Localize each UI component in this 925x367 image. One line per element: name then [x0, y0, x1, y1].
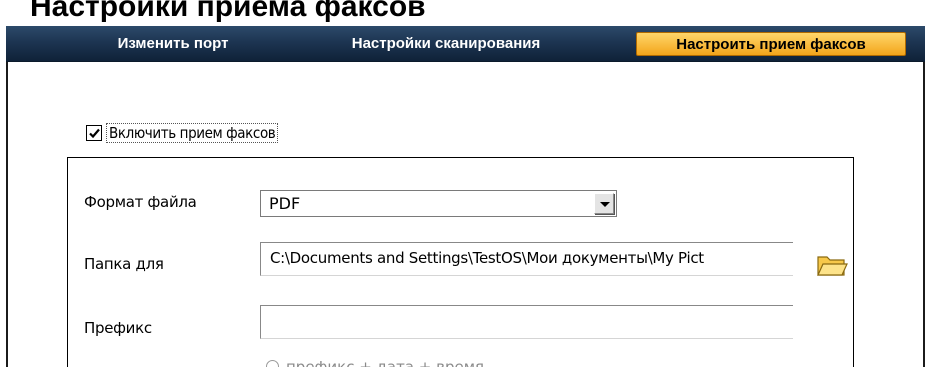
enable-fax-checkbox[interactable] — [86, 125, 102, 141]
tab-scan-settings[interactable]: Настройки сканирования — [326, 32, 566, 56]
prefix-field[interactable] — [260, 305, 793, 339]
radio-button[interactable] — [266, 360, 279, 367]
chevron-down-icon[interactable] — [594, 193, 614, 214]
prefix-label: Префикс — [84, 319, 152, 337]
tab-fax-receive-settings[interactable]: Настроить прием факсов — [636, 32, 906, 56]
file-format-label: Формат файла — [84, 193, 197, 211]
folder-icon[interactable] — [816, 252, 848, 278]
file-format-value: PDF — [269, 194, 301, 213]
window-title: Настройки приема факсов — [30, 0, 426, 23]
folder-path-field[interactable]: C:\Documents and Settings\TestOS\Мои док… — [260, 242, 793, 276]
prefix-datetime-label: префикс + дата + время — [286, 358, 485, 367]
folder-path-value: C:\Documents and Settings\TestOS\Мои док… — [270, 249, 704, 267]
file-format-select[interactable]: PDF — [260, 190, 617, 217]
folder-label: Папка для — [84, 255, 164, 273]
tab-change-port[interactable]: Изменить порт — [78, 32, 268, 56]
tab-bar: Изменить порт Настройки сканирования Нас… — [6, 26, 925, 62]
check-icon — [89, 128, 100, 139]
enable-fax-label[interactable]: Включить прием факсов — [106, 123, 279, 143]
